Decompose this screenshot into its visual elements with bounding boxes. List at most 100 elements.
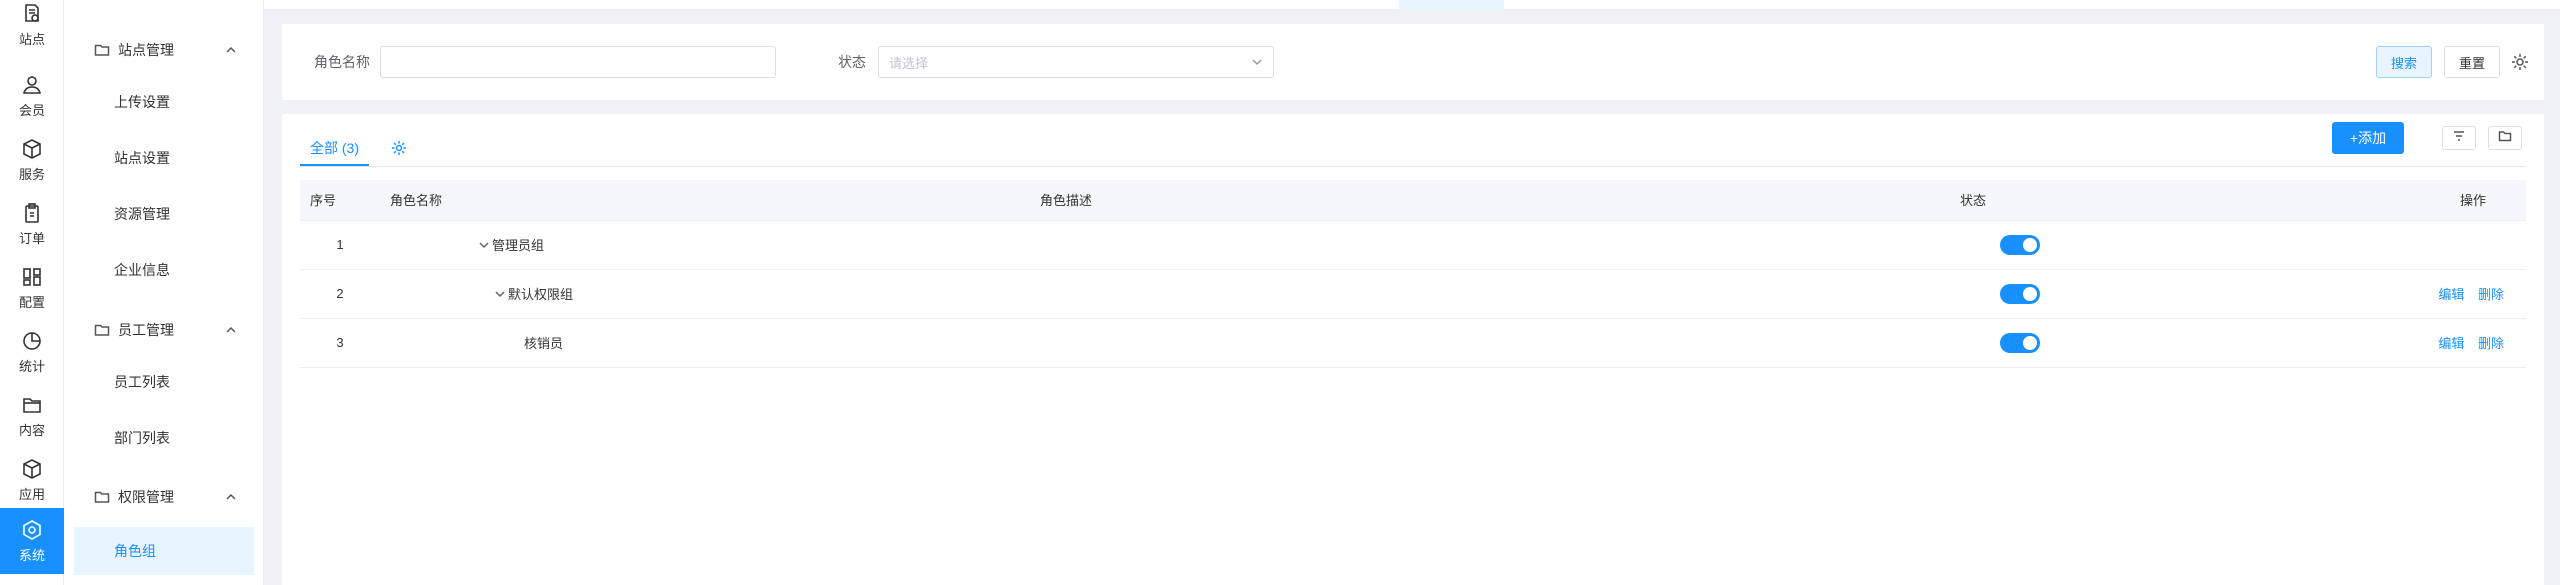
menu-group-title: 员工管理 [118, 322, 174, 338]
rail-item-service[interactable]: 服务 [0, 128, 64, 192]
column-header-actions: 操作 [2090, 180, 2526, 221]
menu-group-staff-management[interactable]: 员工管理 [64, 310, 264, 350]
gear-icon[interactable] [390, 139, 408, 157]
export-folder-button[interactable] [2488, 126, 2522, 150]
status-toggle[interactable] [2000, 283, 2040, 304]
status-select[interactable]: 请选择 [878, 46, 1274, 78]
chevron-down-icon [1251, 56, 1263, 68]
rail-item-label: 系统 [18, 547, 45, 563]
top-tab-strip [264, 0, 2560, 10]
grid-icon [21, 266, 43, 288]
menu-item-label: 角色组 [114, 543, 156, 559]
row-index: 2 [300, 269, 380, 319]
menu-item-company-info[interactable]: 企业信息 [74, 248, 254, 292]
edit-link[interactable]: 编辑 [2438, 336, 2464, 351]
top-tab-active[interactable] [1399, 0, 1504, 10]
menu-item-site-settings[interactable]: 站点设置 [74, 136, 254, 180]
row-name-cell: 核销员 [380, 318, 1030, 368]
table-row: 3 核销员 编辑 删除 [300, 318, 2526, 368]
row-status-cell [1950, 269, 2090, 319]
status-label: 状态 [838, 54, 866, 70]
folder-icon [94, 489, 110, 505]
rail-item-label: 配置 [18, 294, 45, 310]
add-role-button[interactable]: +添加 [2332, 122, 2404, 154]
folder-icon [21, 394, 43, 416]
menu-item-upload-settings[interactable]: 上传设置 [74, 80, 254, 124]
search-button[interactable]: 搜索 [2376, 46, 2432, 78]
column-header-index: 序号 [300, 180, 380, 221]
column-header-status: 状态 [1950, 180, 2090, 221]
menu-item-staff-list[interactable]: 员工列表 [74, 360, 254, 404]
row-actions: 编辑 删除 [2090, 318, 2526, 368]
menu-item-resource-management[interactable]: 资源管理 [74, 192, 254, 236]
column-header-description: 角色描述 [1030, 180, 1950, 221]
menu-item-label: 上传设置 [114, 94, 170, 110]
search-form-card: 角色名称 状态 请选择 搜索 重置 [282, 24, 2544, 100]
chevron-up-icon [224, 43, 238, 57]
folder-icon [94, 42, 110, 58]
menu-item-label: 站点设置 [114, 150, 170, 166]
cube-icon [21, 458, 43, 480]
menu-item-department-list[interactable]: 部门列表 [74, 416, 254, 460]
rail-item-label: 会员 [18, 102, 45, 118]
hexagon-gear-icon [21, 519, 43, 541]
menu-group-site-management[interactable]: 站点管理 [64, 30, 264, 70]
table-row: 1 管理员组 [300, 220, 2526, 270]
row-name-cell: 管理员组 [380, 220, 1030, 270]
clipboard-icon [21, 202, 43, 224]
rail-item-content[interactable]: 内容 [0, 384, 64, 448]
chevron-down-icon[interactable] [494, 288, 506, 300]
delete-link[interactable]: 删除 [2478, 287, 2504, 302]
menu-group-permission-management[interactable]: 权限管理 [64, 477, 264, 517]
filter-lines-icon [2452, 129, 2466, 148]
app-root: 站点 会员 服务 订单 配置 统计 内容 应用 系统 站点管理 上传设置 站点设… [0, 0, 2560, 585]
rail-item-site[interactable]: 站点 [0, 0, 64, 50]
menu-item-label: 企业信息 [114, 262, 170, 278]
row-status-cell [1950, 220, 2090, 270]
rail-item-system[interactable]: 系统 [0, 508, 64, 574]
rail-item-apps[interactable]: 应用 [0, 448, 64, 512]
row-index: 3 [300, 318, 380, 368]
row-description [1030, 220, 1950, 270]
row-description [1030, 318, 1950, 368]
row-name-cell: 默认权限组 [380, 269, 1030, 319]
status-select-placeholder: 请选择 [889, 55, 929, 71]
folder-icon [94, 322, 110, 338]
site-doc-icon [21, 3, 43, 25]
rail-item-member[interactable]: 会员 [0, 64, 64, 128]
rail-item-label: 站点 [18, 31, 45, 47]
rail-item-config[interactable]: 配置 [0, 256, 64, 320]
status-toggle[interactable] [2000, 332, 2040, 353]
column-header-name: 角色名称 [380, 180, 1030, 221]
rail-item-label: 统计 [18, 358, 45, 374]
row-name: 管理员组 [492, 238, 545, 253]
rail-item-label: 应用 [18, 486, 45, 502]
reset-button[interactable]: 重置 [2444, 46, 2500, 78]
pie-icon [21, 330, 43, 352]
row-description [1030, 269, 1950, 319]
role-table: 序号 角色名称 角色描述 状态 操作 1 管理员组 2 默认权限组 编辑 删除 … [300, 180, 2526, 368]
delete-link[interactable]: 删除 [2478, 336, 2504, 351]
menu-item-label: 部门列表 [114, 430, 170, 446]
menu-item-label: 资源管理 [114, 206, 170, 222]
menu-item-label: 员工列表 [114, 374, 170, 390]
table-header-row: 序号 角色名称 角色描述 状态 操作 [300, 180, 2526, 221]
edit-link[interactable]: 编辑 [2438, 287, 2464, 302]
menu-group-title: 权限管理 [118, 489, 174, 505]
table-row: 2 默认权限组 编辑 删除 [300, 269, 2526, 319]
menu-item-role-group[interactable]: 角色组 [74, 527, 254, 575]
tab-all[interactable]: 全部 (3) [300, 132, 369, 166]
column-filter-button[interactable] [2442, 126, 2476, 150]
tabs-divider [300, 166, 2526, 167]
user-icon [21, 74, 43, 96]
status-toggle[interactable] [2000, 234, 2040, 255]
row-index: 1 [300, 220, 380, 270]
role-name-input[interactable] [380, 46, 776, 78]
folder-icon [2498, 129, 2512, 148]
chevron-up-icon [224, 490, 238, 504]
rail-item-order[interactable]: 订单 [0, 192, 64, 256]
role-name-label: 角色名称 [314, 54, 370, 70]
gear-icon[interactable] [2510, 52, 2530, 72]
chevron-down-icon[interactable] [478, 239, 490, 251]
rail-item-stats[interactable]: 统计 [0, 320, 64, 384]
